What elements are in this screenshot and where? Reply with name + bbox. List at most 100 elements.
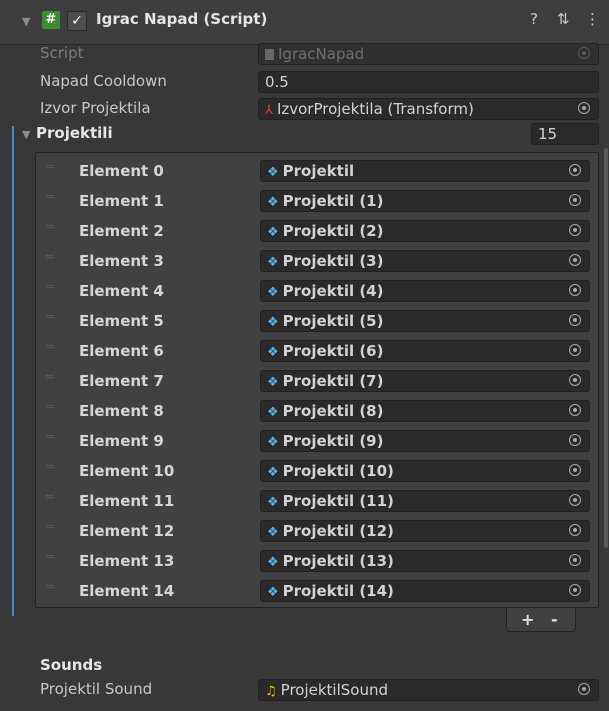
list-item[interactable]: ═ Element 9 ❖ Projektil (9) [36, 426, 598, 456]
script-file-icon [265, 49, 274, 60]
cube-icon: ❖ [267, 435, 279, 450]
music-note-icon: ♫ [265, 684, 277, 699]
drag-handle-icon[interactable]: ═ [46, 491, 56, 504]
projektili-size-field[interactable]: 15 [531, 123, 599, 145]
projektili-label[interactable]: Projektili [36, 124, 113, 142]
object-picker-icon[interactable] [569, 374, 581, 386]
cube-icon: ❖ [267, 525, 279, 540]
cube-icon: ❖ [267, 555, 279, 570]
cube-icon: ❖ [267, 345, 279, 360]
list-item[interactable]: ═ Element 8 ❖ Projektil (8) [36, 396, 598, 426]
drag-handle-icon[interactable]: ═ [46, 371, 56, 384]
drag-handle-icon[interactable]: ═ [46, 341, 56, 354]
list-item[interactable]: ═ Element 6 ❖ Projektil (6) [36, 336, 598, 366]
menu-icon[interactable]: ⋮ [585, 10, 600, 28]
cube-icon: ❖ [267, 195, 279, 210]
list-item[interactable]: ═ Element 3 ❖ Projektil (3) [36, 246, 598, 276]
element-object-field[interactable]: ❖ Projektil [260, 160, 590, 182]
element-value: Projektil (7) [282, 372, 384, 390]
projektili-list: ═ Element 0 ❖ Projektil ═ Element 1 ❖ Projektil… [35, 152, 599, 608]
element-object-field[interactable]: ❖ Projektil (2) [260, 220, 590, 242]
cube-icon: ❖ [267, 225, 279, 240]
element-label: Element 8 [79, 402, 164, 420]
object-picker-icon[interactable] [569, 344, 581, 356]
element-object-field[interactable]: ❖ Projektil (6) [260, 340, 590, 362]
script-icon: # [42, 11, 60, 29]
object-picker-icon[interactable] [569, 584, 581, 596]
object-picker-icon[interactable] [569, 464, 581, 476]
element-object-field[interactable]: ❖ Projektil (5) [260, 310, 590, 332]
cooldown-field[interactable]: 0.5 [258, 71, 599, 93]
object-picker-icon[interactable] [578, 683, 590, 695]
drag-handle-icon[interactable]: ═ [46, 161, 56, 174]
cube-icon: ❖ [267, 375, 279, 390]
list-item[interactable]: ═ Element 14 ❖ Projektil (14) [36, 576, 598, 606]
object-picker-icon[interactable] [578, 102, 590, 114]
object-picker-icon[interactable] [569, 254, 581, 266]
cube-icon: ❖ [267, 495, 279, 510]
projektil-sound-value: ProjektilSound [280, 681, 388, 699]
element-object-field[interactable]: ❖ Projektil (13) [260, 550, 590, 572]
object-picker-icon[interactable] [569, 494, 581, 506]
remove-element-button[interactable]: - [551, 610, 558, 629]
object-picker-icon[interactable] [569, 554, 581, 566]
object-picker-icon[interactable] [569, 314, 581, 326]
cube-icon: ❖ [267, 585, 279, 600]
element-label: Element 6 [79, 342, 164, 360]
drag-handle-icon[interactable]: ═ [46, 401, 56, 414]
projektili-fold-icon[interactable]: ▼ [22, 128, 30, 141]
list-item[interactable]: ═ Element 4 ❖ Projektil (4) [36, 276, 598, 306]
help-icon[interactable]: ? [530, 10, 538, 28]
element-label: Element 3 [79, 252, 164, 270]
drag-handle-icon[interactable]: ═ [46, 311, 56, 324]
list-item[interactable]: ═ Element 1 ❖ Projektil (1) [36, 186, 598, 216]
list-item[interactable]: ═ Element 5 ❖ Projektil (5) [36, 306, 598, 336]
element-object-field[interactable]: ❖ Projektil (9) [260, 430, 590, 452]
element-object-field[interactable]: ❖ Projektil (10) [260, 460, 590, 482]
element-object-field[interactable]: ❖ Projektil (12) [260, 520, 590, 542]
drag-handle-icon[interactable]: ═ [46, 521, 56, 534]
drag-handle-icon[interactable]: ═ [46, 191, 56, 204]
script-field: IgracNapad [258, 43, 599, 65]
object-picker-icon[interactable] [569, 284, 581, 296]
element-object-field[interactable]: ❖ Projektil (8) [260, 400, 590, 422]
object-picker-icon[interactable] [569, 224, 581, 236]
list-item[interactable]: ═ Element 13 ❖ Projektil (13) [36, 546, 598, 576]
projektil-sound-field[interactable]: ♫ ProjektilSound [258, 679, 599, 701]
cube-icon: ❖ [267, 255, 279, 270]
drag-handle-icon[interactable]: ═ [46, 581, 56, 594]
list-item[interactable]: ═ Element 2 ❖ Projektil (2) [36, 216, 598, 246]
list-add-remove: + - [506, 608, 576, 632]
element-object-field[interactable]: ❖ Projektil (3) [260, 250, 590, 272]
drag-handle-icon[interactable]: ═ [46, 251, 56, 264]
izvor-field[interactable]: ⅄ IzvorProjektila (Transform) [258, 98, 599, 120]
element-label: Element 7 [79, 372, 164, 390]
add-element-button[interactable]: + [521, 610, 534, 629]
scrollbar[interactable] [604, 148, 608, 548]
list-item[interactable]: ═ Element 12 ❖ Projektil (12) [36, 516, 598, 546]
object-picker-icon[interactable] [569, 164, 581, 176]
element-label: Element 9 [79, 432, 164, 450]
object-picker-icon[interactable] [569, 194, 581, 206]
element-object-field[interactable]: ❖ Projektil (7) [260, 370, 590, 392]
element-object-field[interactable]: ❖ Projektil (1) [260, 190, 590, 212]
element-object-field[interactable]: ❖ Projektil (14) [260, 580, 590, 602]
preset-icon[interactable]: ⇅ [557, 10, 570, 28]
drag-handle-icon[interactable]: ═ [46, 281, 56, 294]
fold-arrow-icon[interactable]: ▼ [22, 15, 30, 28]
element-object-field[interactable]: ❖ Projektil (11) [260, 490, 590, 512]
element-value: Projektil (8) [282, 402, 384, 420]
object-picker-icon[interactable] [569, 404, 581, 416]
drag-handle-icon[interactable]: ═ [46, 461, 56, 474]
element-object-field[interactable]: ❖ Projektil (4) [260, 280, 590, 302]
object-picker-icon[interactable] [569, 524, 581, 536]
drag-handle-icon[interactable]: ═ [46, 551, 56, 564]
list-item[interactable]: ═ Element 0 ❖ Projektil [36, 156, 598, 186]
enabled-checkbox[interactable]: ✓ [67, 11, 87, 31]
list-item[interactable]: ═ Element 7 ❖ Projektil (7) [36, 366, 598, 396]
list-item[interactable]: ═ Element 10 ❖ Projektil (10) [36, 456, 598, 486]
drag-handle-icon[interactable]: ═ [46, 431, 56, 444]
drag-handle-icon[interactable]: ═ [46, 221, 56, 234]
object-picker-icon[interactable] [569, 434, 581, 446]
list-item[interactable]: ═ Element 11 ❖ Projektil (11) [36, 486, 598, 516]
